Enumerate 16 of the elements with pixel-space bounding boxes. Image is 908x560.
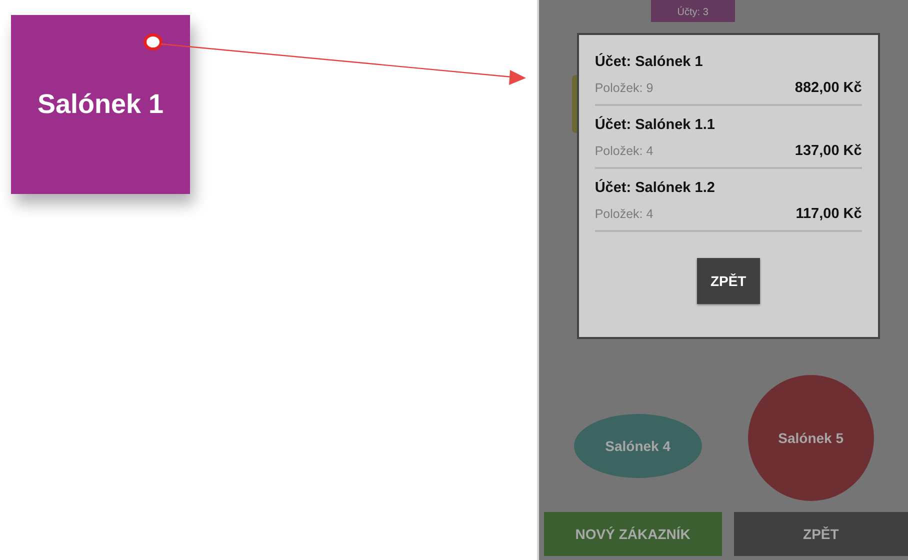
account-total: 117,00 Kč [796,206,862,222]
back-button[interactable]: ZPĚT [734,512,908,556]
item-count: Položek: 4 [594,144,654,158]
table-tile[interactable]: Salónek 5 [748,375,874,501]
account-title[interactable]: Účet: Salónek 1 [594,51,862,80]
table-tile: Salónek 1 [11,15,190,194]
item-count: Položek: 4 [594,207,654,221]
back-button[interactable]: ZPĚT [696,258,760,304]
account-total: 137,00 Kč [794,143,862,159]
table-tile[interactable]: Účty: 3 [650,0,735,22]
account-total: 882,00 Kč [794,80,862,96]
table-tile[interactable]: Salónek 4 [574,414,702,478]
account-title[interactable]: Účet: Salónek 1.2 [594,177,862,206]
item-count: Položek: 9 [594,81,654,95]
new-customer-button[interactable]: NOVÝ ZÁKAZNÍK [544,512,722,556]
account-title[interactable]: Účet: Salónek 1.1 [594,114,862,143]
